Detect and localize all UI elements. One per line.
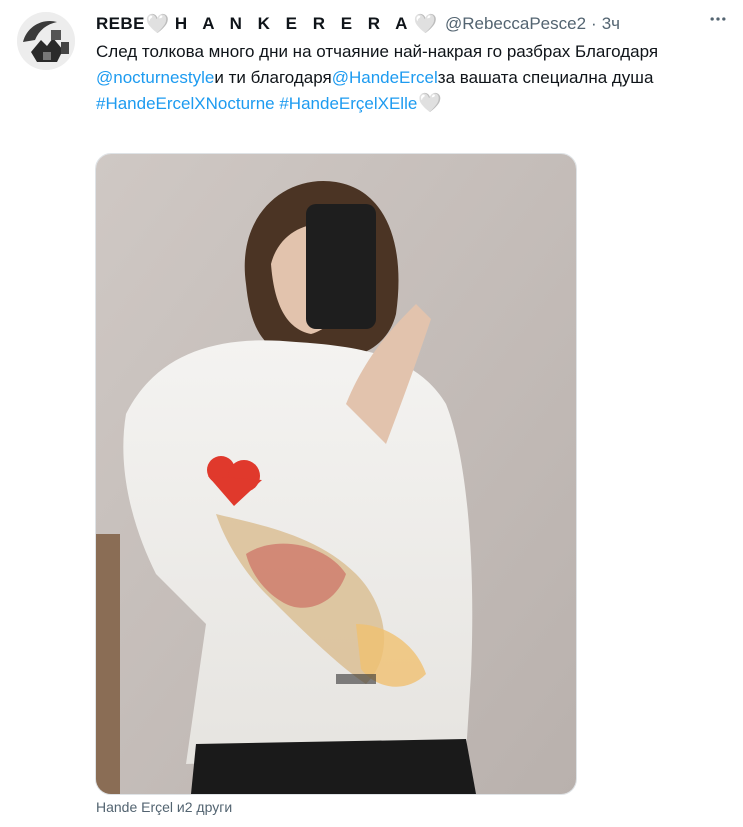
more-horizontal-icon[interactable]	[705, 6, 731, 32]
display-name[interactable]: REBE 🤍 H A N K E R E R A 🤍	[96, 12, 439, 36]
tweet-text: След толкова много дни на отчаяние най-н…	[96, 39, 736, 117]
tweet-text-part2: и ти благодаря	[214, 68, 332, 87]
display-name-part2: H A N K E R E R A	[174, 14, 413, 33]
tweet-photo[interactable]	[95, 153, 577, 795]
white-heart-icon: 🤍	[418, 93, 442, 114]
hashtag-handeercelxelle[interactable]: #HandeErçelXElle	[279, 94, 417, 113]
tweet-text-part3: за вашата специална душа	[437, 68, 654, 87]
timestamp[interactable]: 3ч	[602, 14, 620, 34]
tweet-text-part1: След толкова много дни на отчаяние най-н…	[96, 42, 659, 61]
white-heart-icon: 🤍	[413, 14, 438, 35]
mention-nocturnestyle[interactable]: @nocturnestyle	[96, 68, 214, 87]
tagged-users[interactable]: Hande Erçel и2 други	[96, 799, 232, 815]
tweet-header: REBE 🤍 H A N K E R E R A 🤍 @RebeccaPesce…	[96, 12, 733, 36]
photo-image	[96, 154, 576, 794]
mention-handeercel[interactable]: @HandeErcel	[332, 68, 438, 87]
avatar[interactable]	[17, 12, 75, 70]
tweet[interactable]: REBE 🤍 H A N K E R E R A 🤍 @RebeccaPesce…	[0, 0, 743, 827]
hashtag-handeercelxnocturne[interactable]: #HandeErcelXNocturne	[96, 94, 275, 113]
user-handle[interactable]: @RebeccaPesce2	[445, 14, 586, 34]
avatar-image	[17, 12, 75, 70]
separator-dot: ·	[591, 14, 597, 33]
display-name-part1: REBE	[96, 14, 145, 33]
more-horizontal-icon-graphic	[710, 17, 726, 21]
white-heart-icon: 🤍	[145, 14, 170, 35]
